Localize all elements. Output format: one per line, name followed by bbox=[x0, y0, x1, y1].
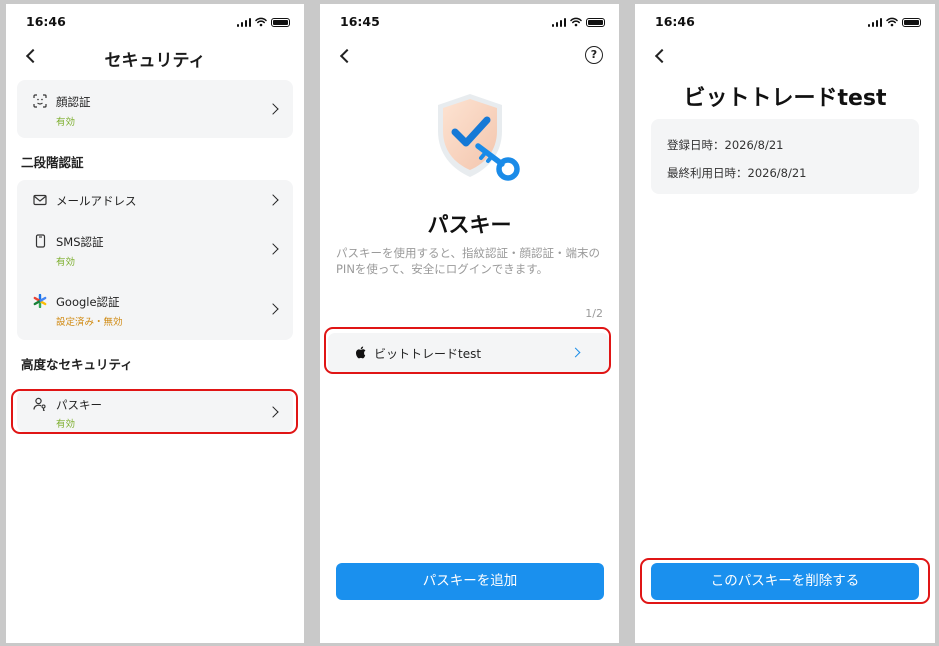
registered-date: 登録日時：2026/8/21 bbox=[667, 138, 784, 152]
status-time: 16:46 bbox=[26, 14, 66, 29]
signal-icon bbox=[551, 18, 566, 27]
screen-passkey-detail: 16:46 ビットトレードtest 登録日時：2026/8/21 最終利用日時：… bbox=[635, 4, 935, 643]
chevron-right-icon bbox=[267, 243, 279, 255]
mail-label: メールアドレス bbox=[56, 194, 137, 208]
status-bar: 16:46 bbox=[6, 14, 304, 30]
section-advanced-heading: 高度なセキュリティ bbox=[21, 357, 133, 372]
wifi-icon bbox=[570, 17, 582, 27]
face-auth-status: 有効 bbox=[56, 117, 76, 128]
two-factor-group: メールアドレス SMS認証 有効 Google認証 設定済み・無効 bbox=[17, 180, 293, 340]
passkey-info-card: 登録日時：2026/8/21 最終利用日時：2026/8/21 bbox=[651, 119, 919, 194]
mail-row[interactable]: メールアドレス bbox=[17, 180, 293, 220]
sms-row[interactable]: SMS認証 有効 bbox=[17, 224, 293, 276]
help-icon[interactable]: ? bbox=[585, 46, 603, 64]
status-time: 16:46 bbox=[655, 14, 695, 29]
screen-security: 16:46 セキュリティ 顔認証 有効 二段階認証 メールアドレス SMS認証 … bbox=[6, 4, 304, 643]
signal-icon bbox=[867, 18, 882, 27]
battery-icon bbox=[271, 18, 290, 27]
battery-icon bbox=[586, 18, 605, 27]
chevron-right-icon bbox=[267, 103, 279, 115]
status-time: 16:45 bbox=[340, 14, 380, 29]
highlight-box bbox=[11, 389, 298, 434]
last-used-date: 最終利用日時：2026/8/21 bbox=[667, 166, 807, 180]
google-auth-label: Google認証 bbox=[56, 295, 120, 309]
mail-icon bbox=[33, 193, 47, 207]
chevron-right-icon bbox=[267, 303, 279, 315]
status-bar: 16:45 bbox=[320, 14, 619, 30]
shield-key-icon bbox=[438, 94, 520, 181]
face-auth-row[interactable]: 顔認証 有効 bbox=[17, 80, 293, 138]
phone-icon bbox=[33, 234, 47, 248]
status-icons bbox=[867, 17, 921, 27]
back-button[interactable] bbox=[336, 46, 354, 66]
add-passkey-button[interactable]: パスキーを追加 bbox=[336, 563, 604, 600]
sms-label: SMS認証 bbox=[56, 235, 104, 249]
page-title: セキュリティ bbox=[104, 51, 206, 71]
wifi-icon bbox=[255, 17, 267, 27]
wifi-icon bbox=[886, 17, 898, 27]
section-2fa-heading: 二段階認証 bbox=[21, 155, 84, 170]
battery-icon bbox=[902, 18, 921, 27]
highlight-box bbox=[640, 558, 930, 604]
sms-status: 有効 bbox=[56, 257, 76, 268]
chevron-right-icon bbox=[267, 194, 279, 206]
google-auth-row[interactable]: Google認証 設定済み・無効 bbox=[17, 284, 293, 336]
back-button[interactable] bbox=[651, 46, 669, 66]
google-authenticator-icon bbox=[33, 294, 47, 308]
passkey-detail-title: ビットトレードtest bbox=[683, 86, 887, 111]
signal-icon bbox=[236, 18, 251, 27]
highlight-box bbox=[324, 327, 611, 374]
passkey-count: 1/2 bbox=[585, 307, 603, 320]
status-icons bbox=[236, 17, 290, 27]
screen-passkey: 16:45 ? パスキー パスキーを使用すると、指紋認証・顔認証・端末のPINを… bbox=[320, 4, 619, 643]
passkey-title: パスキー bbox=[427, 213, 512, 237]
status-bar: 16:46 bbox=[635, 14, 935, 30]
face-auth-label: 顔認証 bbox=[56, 95, 91, 109]
passkey-description: パスキーを使用すると、指紋認証・顔認証・端末のPINを使って、安全にログインでき… bbox=[336, 246, 601, 276]
google-auth-status: 設定済み・無効 bbox=[56, 317, 123, 328]
status-icons bbox=[551, 17, 605, 27]
face-id-icon bbox=[33, 94, 47, 108]
face-auth-group: 顔認証 有効 bbox=[17, 80, 293, 138]
